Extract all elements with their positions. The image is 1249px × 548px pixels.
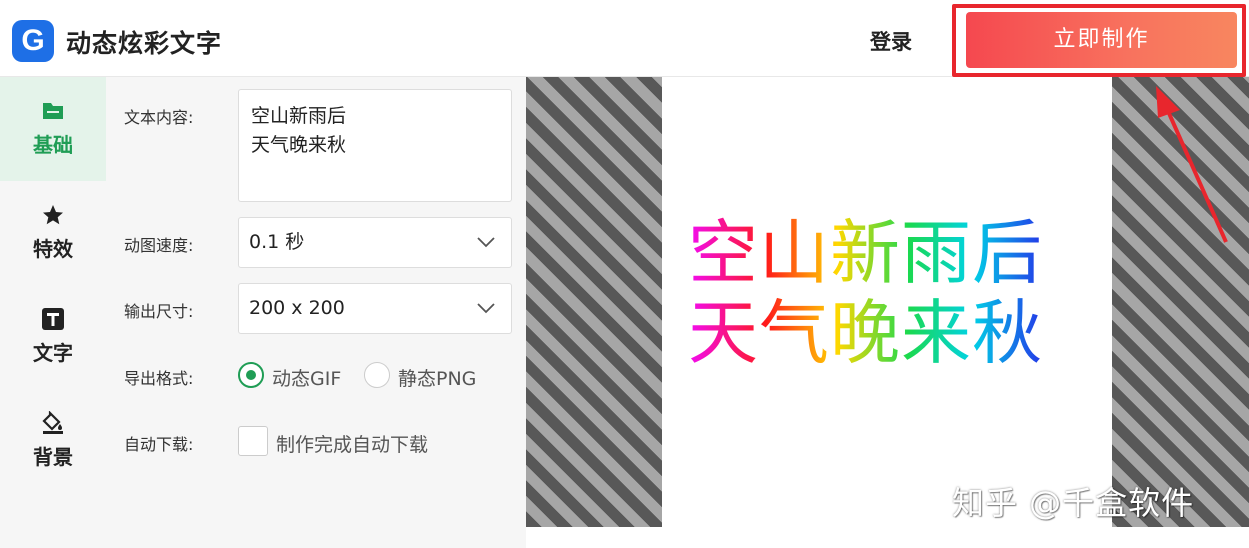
sidebar-item-background[interactable]: 背景 (0, 389, 106, 493)
preview-text-line-1: 空山新雨后 (688, 212, 1043, 294)
sidebar: 基础 特效 文字 背景 (0, 77, 106, 548)
chevron-down-icon (477, 237, 495, 248)
format-label: 导出格式: (124, 369, 194, 388)
annotation-arrow-icon (1156, 86, 1228, 243)
make-now-button[interactable]: 立即制作 (966, 12, 1237, 68)
text-content-input[interactable]: 空山新雨后 天气晚来秋 (238, 89, 512, 202)
sidebar-item-label: 文字 (33, 341, 73, 365)
speed-value: 0.1 秒 (249, 231, 305, 253)
sidebar-item-label: 特效 (33, 237, 73, 261)
size-value: 200 x 200 (249, 297, 345, 319)
format-png-label: 静态PNG (398, 368, 477, 390)
size-select[interactable]: 200 x 200 (238, 283, 512, 334)
format-gif-label: 动态GIF (272, 368, 342, 390)
preview-bottom-strip (526, 527, 1249, 548)
star-icon (43, 205, 63, 225)
text-t-icon (42, 308, 64, 330)
sidebar-item-label: 背景 (33, 445, 73, 469)
sidebar-item-effects[interactable]: 特效 (0, 181, 106, 285)
app-title: 动态炫彩文字 (66, 29, 223, 58)
auto-download-label: 自动下载: (124, 435, 194, 454)
speed-select[interactable]: 0.1 秒 (238, 217, 512, 268)
folder-icon (43, 103, 63, 119)
speed-label: 动图速度: (124, 236, 194, 255)
size-label: 输出尺寸: (124, 302, 194, 321)
login-link[interactable]: 登录 (870, 26, 912, 56)
sidebar-item-label: 基础 (33, 133, 73, 157)
watermark: 知乎 @千盒软件 (952, 484, 1195, 522)
auto-download-checkbox[interactable] (238, 426, 268, 456)
format-png-radio[interactable] (364, 362, 390, 388)
sidebar-item-basic[interactable]: 基础 (0, 77, 106, 181)
auto-download-option-label: 制作完成自动下载 (276, 434, 429, 456)
preview-text-line-2: 天气晚来秋 (688, 292, 1043, 374)
app-logo: G (12, 20, 54, 62)
paint-bucket-icon (42, 411, 63, 434)
format-gif-radio[interactable] (238, 362, 264, 388)
chevron-down-icon (477, 303, 495, 314)
text-content-label: 文本内容: (124, 108, 194, 127)
sidebar-item-text[interactable]: 文字 (0, 285, 106, 389)
